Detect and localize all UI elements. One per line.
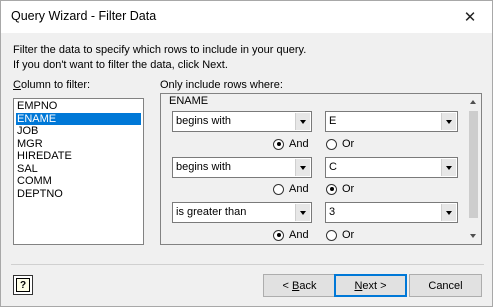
condition-1-value: E [329,115,337,127]
title-bar: Query Wizard - Filter Data ✕ [1,1,492,33]
criteria-group-title: ENAME [169,95,209,107]
condition-3-value: 3 [329,206,336,218]
condition-2-value: C [329,161,337,173]
instructions: Filter the data to specify which rows to… [13,43,306,73]
column-label-rest: olumn to filter: [20,79,91,91]
condition-2-and-radio[interactable]: And [273,182,309,196]
condition-1-operator-combo[interactable]: begins with [172,111,312,132]
chevron-down-icon[interactable] [295,113,310,130]
condition-3-and-label: And [289,229,309,241]
close-icon[interactable]: ✕ [448,1,492,33]
condition-2-operator-combo[interactable]: begins with [172,157,312,178]
help-button[interactable]: ? [13,275,33,295]
condition-2-value-combo[interactable]: C [325,157,458,178]
condition-3-or-label: Or [342,229,355,241]
chevron-down-icon[interactable] [295,159,310,176]
column-list-item[interactable]: MGR [16,138,141,151]
column-list-item[interactable]: SAL [16,163,141,176]
radio-selected-icon [273,229,284,241]
criteria-label: Only include rows where: [160,79,283,91]
condition-2-operator: begins with [176,161,232,173]
condition-3-operator-combo[interactable]: is greater than [172,202,312,223]
next-button-suffix: ext > [362,279,387,292]
column-list-item[interactable]: JOB [16,125,141,138]
chevron-down-icon[interactable] [441,159,456,176]
scrollbar-thumb[interactable] [469,111,478,218]
scroll-down-arrow-icon[interactable] [466,229,481,244]
column-list-item[interactable]: COMM [16,175,141,188]
radio-unselected-icon [273,183,284,195]
back-button[interactable]: < Back [263,274,336,297]
instruction-line-2: If you don't want to filter the data, cl… [13,59,228,71]
column-label-mnemonic: C [13,79,21,91]
condition-1-operator: begins with [176,115,232,127]
next-button-mnemonic: N [354,279,363,292]
column-list-item[interactable]: ENAME [16,112,141,125]
chevron-down-icon[interactable] [441,113,456,130]
criteria-panel: ENAME begins with E And Or begins with C… [160,93,482,245]
condition-2-or-label: Or [342,183,355,195]
condition-3-value-combo[interactable]: 3 [325,202,458,223]
condition-1-or-label: Or [342,138,355,150]
column-listbox[interactable]: EMPNO ENAME JOB MGR HIREDATE SAL COMM DEPTNO [13,98,144,245]
condition-3-or-radio[interactable]: Or [326,228,354,242]
footer-divider [11,264,484,265]
cancel-button[interactable]: Cancel [409,274,482,297]
chevron-down-icon[interactable] [295,204,310,221]
condition-1-and-label: And [289,138,309,150]
column-to-filter-label: Column to filter: [13,79,90,91]
instruction-line-1: Filter the data to specify which rows to… [13,44,307,56]
condition-1-or-radio[interactable]: Or [326,137,354,151]
scroll-up-arrow-icon[interactable] [466,94,481,109]
condition-1-and-radio[interactable]: And [273,137,309,151]
column-list-item[interactable]: DEPTNO [16,188,141,201]
back-button-mnemonic: B [292,279,300,292]
back-button-prefix: < [282,279,292,292]
help-icon: ? [16,278,30,292]
column-list-item[interactable]: HIREDATE [16,150,141,163]
condition-2-and-label: And [289,183,309,195]
back-button-suffix: ack [299,279,317,292]
radio-unselected-icon [326,229,337,241]
radio-selected-icon [273,138,284,150]
query-wizard-dialog: Query Wizard - Filter Data ✕ Filter the … [0,0,493,307]
radio-unselected-icon [326,138,337,150]
next-button[interactable]: Next > [334,274,407,297]
condition-3-and-radio[interactable]: And [273,228,309,242]
condition-3-operator: is greater than [176,206,247,218]
chevron-down-icon[interactable] [441,204,456,221]
condition-2-or-radio[interactable]: Or [326,182,354,196]
criteria-scrollbar[interactable] [466,94,481,244]
column-list-item[interactable]: EMPNO [16,100,141,113]
window-title: Query Wizard - Filter Data [11,9,157,23]
condition-1-value-combo[interactable]: E [325,111,458,132]
radio-selected-icon [326,183,337,195]
